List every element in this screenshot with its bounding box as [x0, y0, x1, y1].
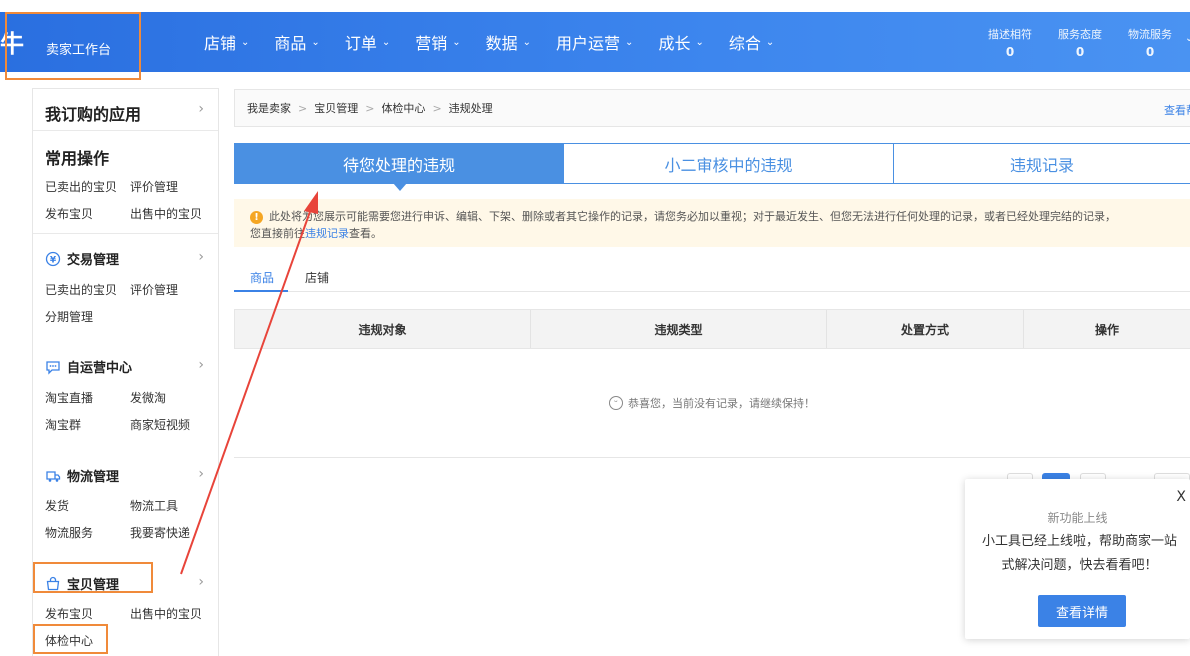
annotation-arrow — [180, 191, 318, 575]
